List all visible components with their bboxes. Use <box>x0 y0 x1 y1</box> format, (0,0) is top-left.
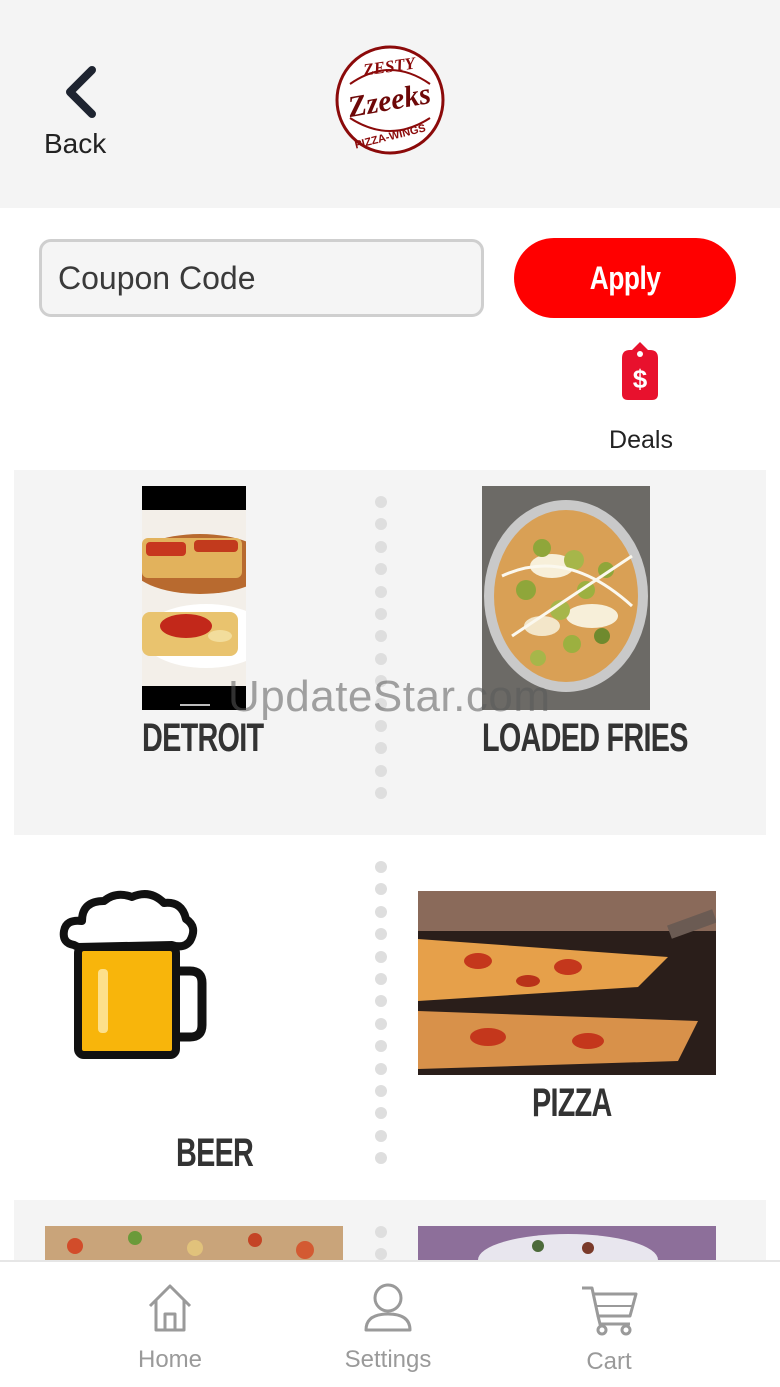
coupon-code-input[interactable] <box>39 239 484 317</box>
category-row-1: DETROIT LOADED FRIES <box>14 470 766 835</box>
nav-cart-label: Cart <box>586 1348 632 1375</box>
price-tag-dollar-icon: $ <box>622 342 658 400</box>
category-tile-loaded-fries[interactable]: LOADED FRIES <box>482 486 688 776</box>
category-row-3 <box>14 1200 766 1261</box>
category-row-2: BEER PIZZA <box>14 835 766 1200</box>
chevron-left-icon <box>66 66 96 118</box>
category-label: PIZZA <box>532 1081 612 1125</box>
nav-home[interactable]: Home <box>90 1262 250 1387</box>
zzeeks-logo: ZESTY Zzeeks PIZZA-WINGS <box>335 45 445 155</box>
user-icon <box>364 1283 412 1332</box>
category-label: LOADED FRIES <box>482 716 688 760</box>
svg-text:$: $ <box>633 364 648 394</box>
nav-settings[interactable]: Settings <box>308 1262 468 1387</box>
back-button[interactable]: Back <box>40 60 120 160</box>
cart-icon <box>582 1286 638 1336</box>
category-tile-pizza[interactable]: PIZZA <box>418 891 716 1181</box>
deals-label: Deals <box>609 426 673 454</box>
apply-button-label: Apply <box>589 259 661 296</box>
nav-settings-label: Settings <box>344 1346 432 1373</box>
beer-mug-illustration <box>59 890 207 1059</box>
apply-button[interactable]: Apply <box>514 238 736 318</box>
category-tile-detroit[interactable]: DETROIT <box>142 486 264 776</box>
pizza-slice-photo <box>418 891 716 1075</box>
category-tile-beer[interactable]: BEER <box>58 885 254 1175</box>
column-divider <box>375 496 387 809</box>
category-label: DETROIT <box>142 716 264 760</box>
column-divider <box>375 861 387 1174</box>
back-label: Back <box>44 128 107 159</box>
bottom-nav: Home Settings Cart <box>0 1260 780 1387</box>
pizza-topping-photo <box>45 1226 343 1260</box>
loaded-fries-photo <box>482 486 650 710</box>
food-plate-photo <box>418 1226 716 1260</box>
category-tile[interactable] <box>45 1226 343 1260</box>
category-tile[interactable] <box>418 1226 716 1260</box>
header: Back ZESTY Zzeeks PIZZA-WINGS <box>0 0 780 208</box>
nav-home-label: Home <box>137 1346 203 1373</box>
nav-cart[interactable]: Cart <box>529 1262 689 1387</box>
category-label: BEER <box>176 1131 254 1175</box>
deals-button[interactable]: $ Deals <box>598 340 684 455</box>
home-icon <box>148 1284 192 1332</box>
detroit-pizza-photo <box>142 486 246 710</box>
